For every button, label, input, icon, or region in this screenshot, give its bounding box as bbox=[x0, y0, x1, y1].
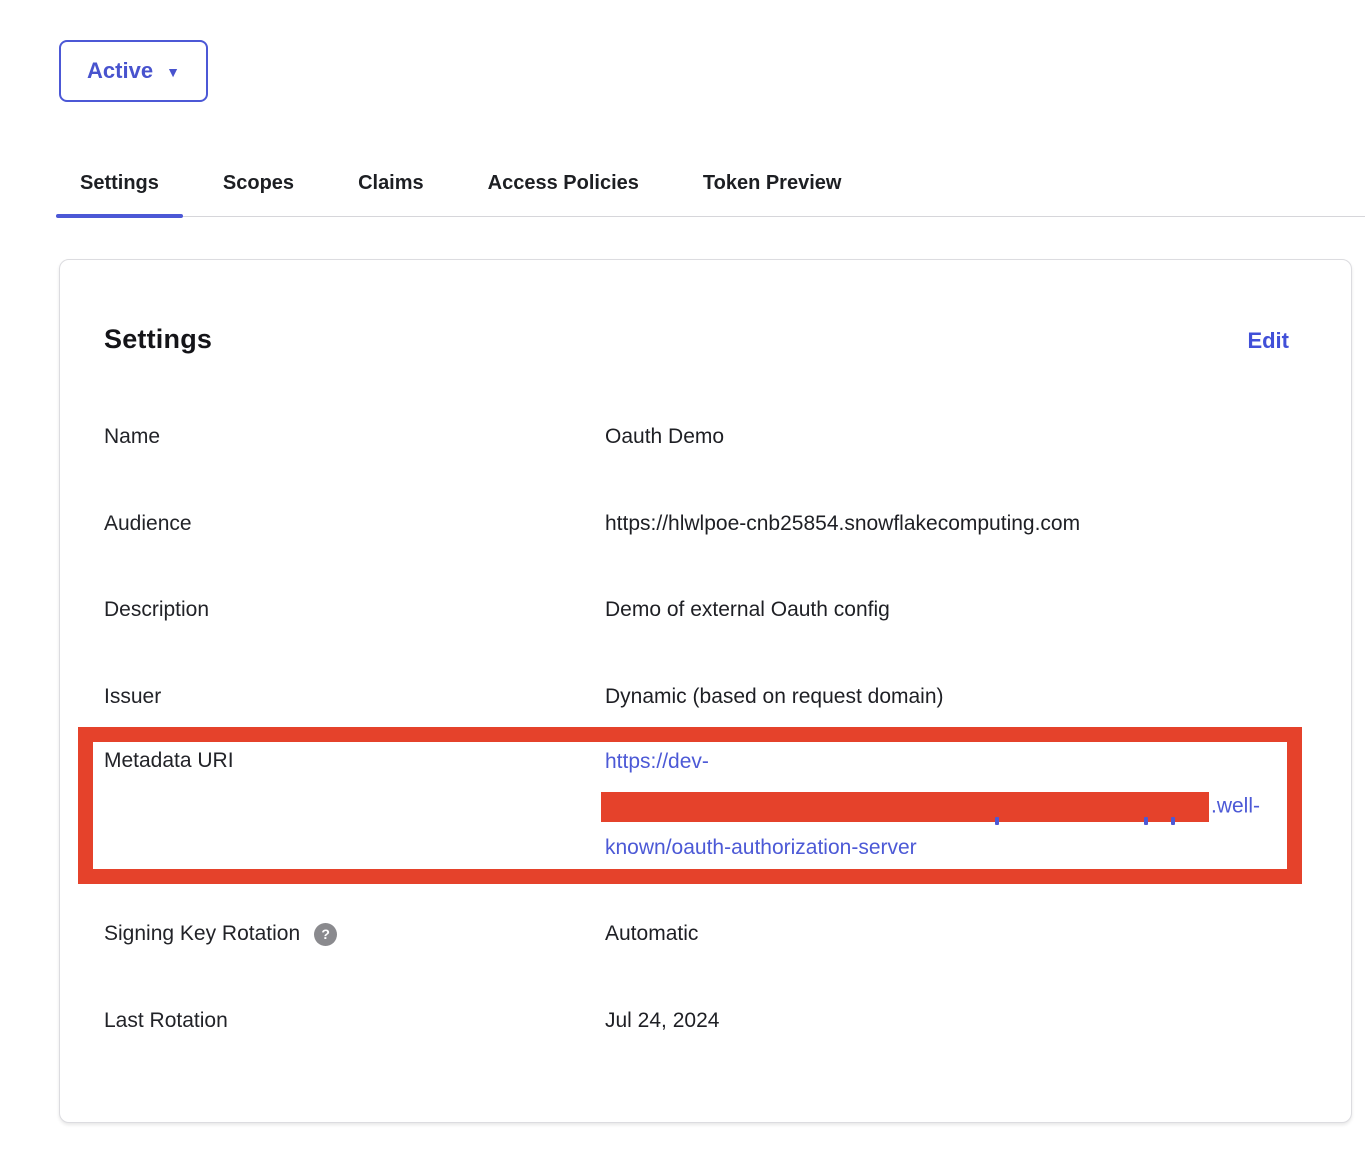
metadata-uri-link[interactable]: .well- bbox=[1211, 795, 1260, 818]
tab-settings[interactable]: Settings bbox=[56, 150, 183, 216]
metadata-uri-line-3: known/oauth-authorization-server bbox=[605, 835, 1260, 861]
metadata-uri-link[interactable]: https://dev- bbox=[605, 750, 709, 773]
settings-card: Settings Edit Name Oauth Demo Audience h… bbox=[59, 259, 1352, 1123]
tab-scopes-label: Scopes bbox=[223, 172, 294, 195]
signing-key-rotation-value: Automatic bbox=[605, 922, 698, 946]
metadata-uri-line-2: .well- bbox=[605, 792, 1260, 818]
last-rotation-label: Last Rotation bbox=[104, 1009, 228, 1033]
tab-access-policies-label: Access Policies bbox=[488, 172, 639, 195]
redacted-text-descender bbox=[1171, 817, 1175, 825]
redacted-text-descender bbox=[1144, 817, 1148, 825]
tab-claims-label: Claims bbox=[358, 172, 424, 195]
tab-bar: Settings Scopes Claims Access Policies T… bbox=[56, 150, 1365, 217]
tab-settings-label: Settings bbox=[80, 172, 159, 195]
tab-token-preview-label: Token Preview bbox=[703, 172, 842, 195]
metadata-uri-link[interactable]: known/oauth-authorization-server bbox=[605, 836, 917, 859]
metadata-uri-line-1: https://dev- bbox=[605, 749, 1260, 775]
audience-label: Audience bbox=[104, 512, 192, 536]
status-dropdown-button[interactable]: Active ▼ bbox=[59, 40, 208, 102]
tab-access-policies[interactable]: Access Policies bbox=[464, 150, 663, 216]
metadata-uri-value: https://dev- .well- known/oauth-authoriz… bbox=[605, 749, 1260, 878]
tab-token-preview[interactable]: Token Preview bbox=[679, 150, 866, 216]
description-label: Description bbox=[104, 598, 209, 622]
redaction-bar bbox=[601, 792, 1209, 822]
last-rotation-value: Jul 24, 2024 bbox=[605, 1009, 719, 1033]
edit-link[interactable]: Edit bbox=[1247, 328, 1289, 354]
signing-key-rotation-text: Signing Key Rotation bbox=[104, 922, 300, 946]
tab-claims[interactable]: Claims bbox=[334, 150, 448, 216]
signing-key-rotation-label: Signing Key Rotation ? bbox=[104, 922, 337, 946]
name-value: Oauth Demo bbox=[605, 425, 724, 449]
chevron-down-icon: ▼ bbox=[166, 65, 180, 79]
description-value: Demo of external Oauth config bbox=[605, 598, 890, 622]
status-dropdown-label: Active bbox=[87, 58, 153, 84]
page: Active ▼ Settings Scopes Claims Access P… bbox=[0, 0, 1365, 1169]
audience-value: https://hlwlpoe-cnb25854.snowflakecomput… bbox=[605, 512, 1080, 536]
issuer-value: Dynamic (based on request domain) bbox=[605, 685, 944, 709]
name-label: Name bbox=[104, 425, 160, 449]
redacted-text-descender bbox=[995, 817, 999, 825]
issuer-label: Issuer bbox=[104, 685, 161, 709]
card-title: Settings bbox=[104, 324, 212, 355]
tab-scopes[interactable]: Scopes bbox=[199, 150, 318, 216]
help-icon[interactable]: ? bbox=[314, 923, 337, 946]
metadata-uri-label: Metadata URI bbox=[104, 749, 234, 773]
